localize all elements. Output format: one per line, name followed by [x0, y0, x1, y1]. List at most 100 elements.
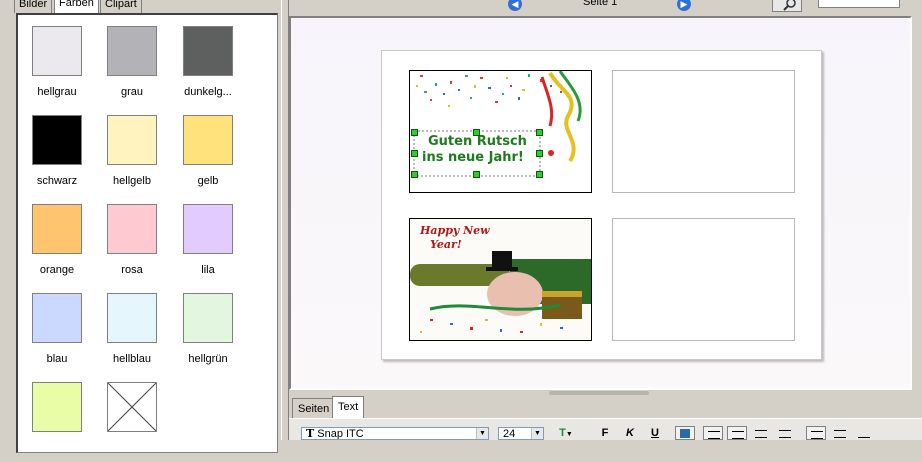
valign-middle-button[interactable] — [830, 426, 850, 440]
swatch-color-box[interactable] — [32, 382, 82, 432]
swatch-label: rosa — [121, 264, 143, 276]
swatch-label: gelb — [197, 175, 219, 187]
swatch-color-box[interactable] — [183, 204, 233, 254]
preview-scrollbar[interactable] — [289, 390, 912, 396]
prev-page-icon[interactable]: ◀ — [508, 0, 522, 11]
tab-bilder[interactable]: Bilder — [14, 0, 53, 13]
resize-handle[interactable] — [411, 129, 418, 136]
swatch-label: hellgrau — [37, 86, 77, 98]
resize-handle[interactable] — [536, 129, 543, 136]
bold-button[interactable]: F — [595, 426, 615, 440]
print-preview-area[interactable]: Guten Rutsch ins neue Jahr! Happy New Ye… — [289, 16, 912, 390]
color-palette-panel: hellgrau grau dunkelg... schwarz hellgelb gel… — [16, 13, 278, 453]
swatch-color-box[interactable] — [107, 115, 157, 165]
tab-farben[interactable]: Farben — [54, 0, 99, 13]
resize-handle[interactable] — [411, 150, 418, 157]
swatch-color-box[interactable] — [32, 26, 82, 76]
valign-top-button[interactable] — [806, 426, 826, 440]
color-swatch[interactable]: schwarz — [25, 115, 101, 195]
font-size-value: 24 — [503, 428, 516, 440]
swatch-label: hellgelb — [113, 175, 151, 187]
swatch-color-box[interactable] — [32, 204, 82, 254]
text-color-icon: T — [559, 427, 566, 439]
align-center-button[interactable] — [727, 426, 747, 440]
next-page-icon[interactable]: ▶ — [677, 0, 691, 11]
valign-middle-icon — [834, 430, 846, 438]
color-swatch[interactable] — [100, 382, 176, 462]
color-swatch[interactable]: hellgrün — [176, 293, 252, 373]
no-color-icon — [107, 382, 157, 432]
color-swatch[interactable]: hellgelb — [100, 115, 176, 195]
swatch-color-box[interactable] — [107, 26, 157, 76]
left-tabbar: Bilder Farben Clipart — [0, 0, 285, 13]
valign-bottom-icon — [858, 430, 870, 438]
color-swatch[interactable]: blau — [25, 293, 101, 373]
color-swatch[interactable]: gelb — [176, 115, 252, 195]
color-swatch[interactable]: hellblau — [100, 293, 176, 373]
page-label: Seite 1 — [583, 0, 618, 8]
greeting-line-2: ins neue Jahr! — [422, 150, 524, 165]
align-justify-button[interactable] — [775, 426, 795, 440]
text-box-button[interactable] — [675, 426, 695, 440]
color-swatch[interactable]: rosa — [100, 204, 176, 284]
tab-text[interactable]: Text — [332, 396, 365, 419]
align-right-icon — [755, 430, 767, 438]
font-select[interactable]: T Snap ITC ▼ — [301, 427, 489, 440]
resize-handle[interactable] — [473, 129, 480, 136]
font-icon: T — [306, 427, 315, 440]
swatch-color-box[interactable] — [107, 204, 157, 254]
swatch-label: blau — [46, 353, 68, 365]
swatch-color-box[interactable] — [183, 293, 233, 343]
panel-splitter[interactable] — [281, 0, 289, 440]
resize-handle[interactable] — [411, 171, 418, 178]
align-left-button[interactable] — [703, 426, 723, 440]
top-toolbar: ◀ Seite 1 ▶ — [289, 0, 922, 13]
swatch-color-box[interactable] — [32, 293, 82, 343]
color-swatch[interactable]: lila — [176, 204, 252, 284]
underline-button[interactable]: U — [645, 426, 665, 440]
valign-top-icon — [811, 431, 823, 439]
color-swatch[interactable]: dunkelg... — [176, 26, 252, 106]
swatch-color-box[interactable] — [183, 115, 233, 165]
swatch-label: schwarz — [36, 175, 78, 187]
resize-handle[interactable] — [536, 150, 543, 157]
font-size-select[interactable]: 24 ▼ — [498, 427, 544, 440]
align-center-icon — [732, 431, 744, 439]
card-title-line-1: Happy New — [420, 224, 490, 237]
swatch-label: grau — [120, 86, 144, 98]
resize-handle[interactable] — [473, 171, 480, 178]
scrollbar-thumb[interactable] — [549, 391, 649, 395]
chevron-down-icon: ▼ — [531, 428, 543, 439]
swatch-label: hellgrün — [188, 353, 228, 365]
resize-handle[interactable] — [536, 171, 543, 178]
zoom-field[interactable] — [818, 0, 900, 8]
color-swatch[interactable]: grau — [100, 26, 176, 106]
swatch-label: lila — [201, 264, 215, 276]
preview-page: Guten Rutsch ins neue Jahr! Happy New Ye… — [381, 50, 822, 360]
card-empty[interactable] — [612, 70, 795, 193]
valign-bottom-button[interactable] — [854, 426, 874, 440]
color-swatch[interactable]: orange — [25, 204, 101, 284]
color-swatch[interactable] — [25, 382, 101, 462]
italic-button[interactable]: K — [620, 426, 640, 440]
swatch-color-box[interactable] — [107, 382, 157, 432]
swatch-label: dunkelg... — [184, 86, 232, 98]
swatch-color-box[interactable] — [32, 115, 82, 165]
confetti-image — [413, 71, 582, 177]
swatch-color-box[interactable] — [107, 293, 157, 343]
card-empty[interactable] — [612, 218, 795, 341]
card-happy-new-year[interactable]: Happy New Year! — [409, 218, 592, 341]
align-right-button[interactable] — [751, 426, 771, 440]
text-color-button[interactable]: T▼ — [556, 426, 576, 440]
align-justify-icon — [779, 430, 791, 438]
align-left-icon — [708, 431, 720, 439]
card-title-line-2: Year! — [430, 238, 462, 251]
color-swatch[interactable]: hellgrau — [25, 26, 101, 106]
swatch-color-box[interactable] — [183, 26, 233, 76]
zoom-button[interactable] — [772, 0, 802, 12]
card-greeting-confetti[interactable]: Guten Rutsch ins neue Jahr! — [409, 70, 592, 193]
swatch-label: orange — [39, 264, 75, 276]
tab-seiten[interactable]: Seiten — [292, 398, 336, 419]
tab-clipart[interactable]: Clipart — [100, 0, 142, 13]
swatch-label: hellblau — [113, 353, 151, 365]
